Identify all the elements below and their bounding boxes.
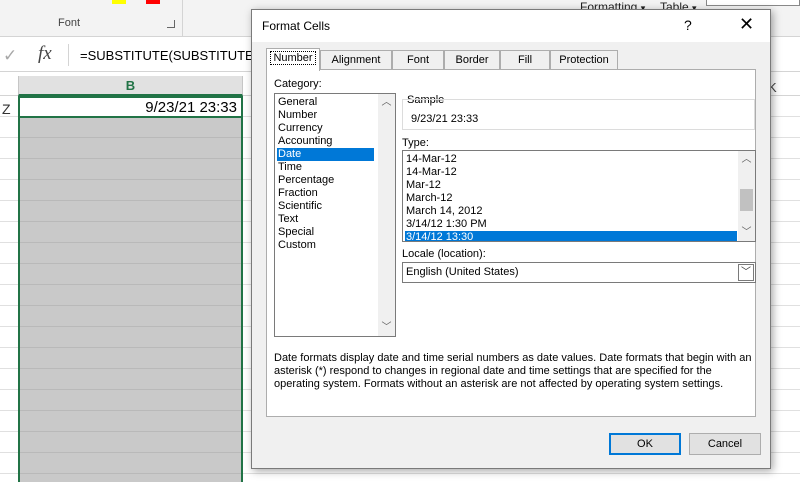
category-item[interactable]: Special [277,226,314,239]
locale-select[interactable]: English (United States) ﹀ [402,262,756,283]
chevron-up-icon[interactable]: ︿ [378,94,395,111]
sample-value: 9/23/21 23:33 [411,113,479,125]
category-scrollbar[interactable]: ︿ ﹀ [378,94,395,336]
help-icon[interactable]: ? [684,17,692,33]
ribbon-search-box[interactable] [706,0,800,6]
category-item-selected[interactable]: Date [277,148,374,161]
highlight-color-swatch[interactable] [112,0,126,4]
type-listbox[interactable]: 14-Mar-12 14-Mar-12 Mar-12 March-12 Marc… [402,150,756,242]
category-listbox[interactable]: General Number Currency Accounting Date … [274,93,396,337]
category-item[interactable]: Text [277,213,298,226]
locale-value: English (United States) [406,266,519,278]
active-cell-b1[interactable]: 9/23/21 23:33 [18,96,243,118]
scroll-thumb[interactable] [740,189,753,211]
category-item[interactable]: Fraction [277,187,318,200]
font-group-label: Font [58,17,81,29]
font-color-swatch[interactable] [146,0,160,4]
type-item-selected[interactable]: 3/14/12 13:30 [405,231,737,241]
type-item[interactable]: 14-Mar-12 [405,153,457,166]
category-item[interactable]: Currency [277,122,323,135]
locale-label: Locale (location): [402,248,486,260]
close-icon[interactable]: ✕ [739,14,754,35]
format-cells-dialog: Format Cells ? ✕ Number Alignment Font B… [251,9,771,469]
enter-check-icon[interactable]: ✓ [3,46,17,66]
font-dialog-launcher-icon[interactable] [167,20,175,28]
column-header-b[interactable]: B [18,76,243,96]
type-item[interactable]: March 14, 2012 [405,205,482,218]
chevron-down-icon[interactable]: ﹀ [378,319,395,336]
formula-bar-separator [68,44,69,66]
type-item[interactable]: 14-Mar-12 [405,166,457,179]
insert-function-icon[interactable]: fx [38,43,52,65]
category-item[interactable]: Scientific [277,200,322,213]
category-label: Category: [274,78,322,90]
format-description: Date formats display date and time seria… [274,352,752,390]
ribbon-separator [182,0,183,36]
row-label: Z [2,101,11,117]
cancel-button[interactable]: Cancel [689,433,761,455]
chevron-down-icon[interactable]: ﹀ [738,264,754,281]
tab-font[interactable]: Font [392,50,444,70]
dialog-title: Format Cells [262,19,331,33]
type-item[interactable]: Mar-12 [405,179,441,192]
type-scrollbar[interactable]: ︿ ﹀ [738,151,755,241]
chevron-down-icon[interactable]: ﹀ [738,224,755,241]
type-item[interactable]: 3/14/12 1:30 PM [405,218,487,231]
category-item[interactable]: General [277,96,317,109]
tab-fill[interactable]: Fill [500,50,550,70]
type-item[interactable]: March-12 [405,192,452,205]
category-item[interactable]: Custom [277,239,316,252]
tab-border[interactable]: Border [444,50,500,70]
selected-column-b[interactable] [18,96,243,482]
dialog-titlebar: Format Cells ? ✕ [252,10,770,42]
category-item[interactable]: Percentage [277,174,334,187]
formula-input[interactable]: =SUBSTITUTE(SUBSTITUTE(A1," [80,48,260,63]
tab-alignment[interactable]: Alignment [320,50,392,70]
category-item[interactable]: Time [277,161,302,174]
tab-protection[interactable]: Protection [550,50,618,70]
category-item[interactable]: Number [277,109,317,122]
tab-number[interactable]: Number [266,48,320,71]
ok-button[interactable]: OK [609,433,681,455]
type-label: Type: [402,137,429,149]
chevron-up-icon[interactable]: ︿ [738,151,755,168]
category-item[interactable]: Accounting [277,135,332,148]
